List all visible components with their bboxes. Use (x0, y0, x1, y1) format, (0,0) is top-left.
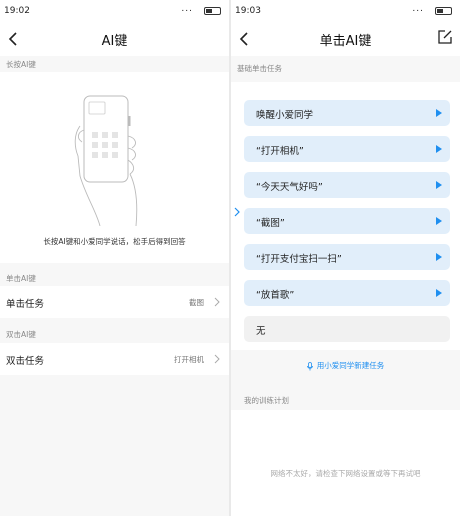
task-option-play-song[interactable]: “放首歌” (244, 280, 450, 306)
task-option-label: 无 (256, 326, 266, 337)
task-option-wake-xiaoai[interactable]: 唤醒小爱同学 (244, 100, 450, 126)
single-press-settings-screen: 19:03 ... 单击AI键 基础单击任务 唤醒小爱同学 “打开相机” “今天… (231, 0, 460, 516)
section-header-single-press: 单击AI键 (6, 274, 36, 283)
status-bar: 19:03 ... (231, 0, 460, 22)
section-header-basic-tasks: 基础单击任务 (237, 64, 282, 73)
status-time: 19:02 (4, 6, 30, 16)
battery-icon (204, 7, 221, 15)
task-list: 唤醒小爱同学 “打开相机” “今天天气好吗” “截图” “打开支付宝扫一扫” “… (231, 82, 460, 350)
task-option-alipay-scan[interactable]: “打开支付宝扫一扫” (244, 244, 450, 270)
play-icon[interactable] (436, 109, 442, 117)
phone-hand-illustration (74, 95, 138, 226)
play-icon[interactable] (436, 217, 442, 225)
create-task-label: 用小爱同学新建任务 (316, 361, 385, 370)
task-option-label: “打开支付宝扫一扫” (256, 254, 342, 265)
long-press-caption: 长按AI键和小爱同学说话，松手后得到回答 (0, 228, 229, 263)
microphone-icon (306, 361, 313, 370)
double-press-task-label: 双击任务 (6, 356, 45, 367)
task-option-screenshot[interactable]: “截图” (244, 208, 450, 234)
task-option-label: “放首歌” (256, 290, 295, 301)
status-bar: 19:02 ... (0, 0, 229, 22)
play-icon[interactable] (436, 181, 442, 189)
title-bar: AI键 (0, 22, 229, 56)
chevron-right-icon (214, 297, 220, 307)
task-option-weather[interactable]: “今天天气好吗” (244, 172, 450, 198)
task-option-label: “截图” (256, 218, 285, 229)
play-icon[interactable] (436, 253, 442, 261)
double-press-task-value: 打开相机 (174, 355, 204, 364)
play-icon[interactable] (436, 145, 442, 153)
task-option-open-camera[interactable]: “打开相机” (244, 136, 450, 162)
double-press-task-row[interactable]: 双击任务 打开相机 (0, 343, 229, 375)
ai-key-settings-screen: 19:02 ... AI键 长按AI键 长按AI键和小爱同学说话，松手后得到回答… (0, 0, 229, 516)
play-icon[interactable] (436, 289, 442, 297)
training-plan-panel: 网络不太好，请检查下网络设置或等下再试吧 (231, 410, 460, 516)
expand-chevron-icon[interactable] (233, 207, 241, 217)
page-title: AI键 (101, 34, 128, 49)
signal-icon: ... (181, 4, 193, 14)
edit-icon[interactable] (436, 28, 454, 46)
page-title: 单击AI键 (319, 34, 372, 49)
section-header-double-press: 双击AI键 (6, 330, 36, 339)
single-press-task-value: 截图 (189, 298, 204, 307)
section-header-training-plan: 我的训练计划 (231, 378, 460, 410)
section-header-long-press: 长按AI键 (6, 60, 36, 69)
network-error-message: 网络不太好，请检查下网络设置或等下再试吧 (270, 469, 421, 478)
chevron-right-icon (214, 354, 220, 364)
long-press-illustration (0, 72, 229, 228)
single-press-task-row[interactable]: 单击任务 截图 (0, 286, 229, 318)
status-time: 19:03 (235, 6, 261, 16)
task-option-label: “打开相机” (256, 146, 304, 157)
training-plan-label: 我的训练计划 (244, 396, 289, 405)
signal-icon: ... (412, 4, 424, 14)
task-option-label: “今天天气好吗” (256, 182, 323, 193)
create-task-link[interactable]: 用小爱同学新建任务 (231, 360, 460, 371)
task-option-none[interactable]: 无 (244, 316, 450, 342)
single-press-task-label: 单击任务 (6, 299, 45, 310)
task-option-label: 唤醒小爱同学 (256, 110, 314, 121)
battery-icon (435, 7, 452, 15)
title-bar: 单击AI键 (231, 22, 460, 56)
